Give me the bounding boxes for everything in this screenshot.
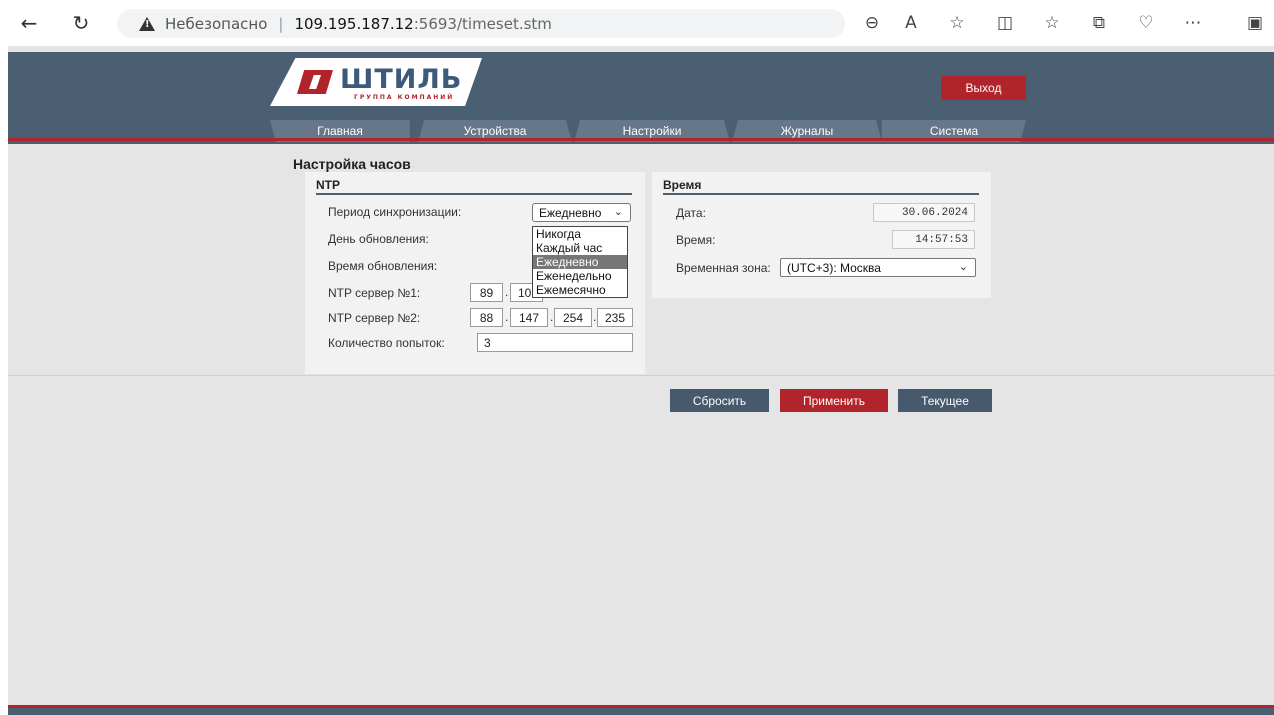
- apply-button[interactable]: Применить: [780, 389, 888, 412]
- favorite-star-icon[interactable]: ☆: [942, 8, 972, 38]
- chevron-down-icon: ⌄: [613, 205, 623, 218]
- update-time-label: Время обновления:: [328, 259, 438, 273]
- browser-essentials-icon[interactable]: ♡: [1131, 8, 1161, 38]
- logo-mark-icon: [297, 70, 333, 94]
- zoom-out-icon[interactable]: ⊖: [857, 8, 887, 38]
- timezone-select[interactable]: (UTC+3): Москва ⌄: [780, 258, 976, 277]
- page-title: Настройка часов: [293, 156, 411, 172]
- ip-dot: .: [593, 310, 597, 324]
- ip-dot: .: [505, 285, 509, 299]
- url-path: :5693/timeset.stm: [413, 14, 552, 33]
- attempts-input[interactable]: 3: [477, 333, 633, 352]
- sync-period-select[interactable]: Ежедневно ⌄: [532, 203, 631, 222]
- content-divider: [8, 375, 1274, 376]
- favorites-list-icon[interactable]: ☆: [1037, 8, 1067, 38]
- ip-dot: .: [505, 310, 509, 324]
- more-icon[interactable]: ⋯: [1178, 8, 1208, 38]
- date-label: Дата:: [676, 206, 706, 220]
- chevron-down-icon: ⌄: [958, 260, 968, 273]
- time-label: Время:: [676, 233, 716, 247]
- ip-dot: .: [550, 310, 554, 324]
- attempts-label: Количество попыток:: [328, 336, 445, 350]
- date-field: 30.06.2024: [873, 203, 975, 222]
- refresh-icon[interactable]: ↻: [66, 8, 96, 38]
- back-arrow-icon[interactable]: ←: [14, 8, 44, 38]
- warning-icon: [139, 16, 155, 31]
- ntp-panel-title: NTP: [316, 178, 340, 192]
- exit-button[interactable]: Выход: [941, 76, 1026, 100]
- url-host: 109.195.187.12: [294, 14, 414, 33]
- time-title-rule: [663, 193, 979, 195]
- browser-toolbar: ← ↻ Небезопасно | 109.195.187.12 :5693/t…: [0, 0, 1274, 46]
- option-hourly[interactable]: Каждый час: [533, 241, 627, 255]
- company-logo: ШТИЛЬ ГРУППА КОМПАНИЙ: [270, 58, 482, 106]
- reset-button[interactable]: Сбросить: [670, 389, 769, 412]
- ntp-server1-label: NTP сервер №1:: [328, 286, 421, 300]
- option-weekly[interactable]: Еженедельно: [533, 269, 627, 283]
- sync-period-dropdown[interactable]: Никогда Каждый час Ежедневно Еженедельно…: [532, 226, 628, 298]
- address-separator: |: [278, 14, 284, 33]
- time-panel: Время Дата: 30.06.2024 Время: 14:57:53 В…: [652, 172, 991, 298]
- sync-period-value: Ежедневно: [539, 205, 602, 220]
- ntp-server2-octet3[interactable]: 254: [554, 308, 592, 327]
- ntp-server2-octet1[interactable]: 88: [470, 308, 503, 327]
- ntp-server2-octet2[interactable]: 147: [510, 308, 548, 327]
- collections-icon[interactable]: ⧉: [1084, 8, 1114, 38]
- option-never[interactable]: Никогда: [533, 227, 627, 241]
- header-accent-line: [8, 138, 1274, 141]
- timezone-label: Временная зона:: [676, 261, 771, 275]
- read-aloud-icon[interactable]: A: [896, 8, 926, 38]
- split-screen-icon[interactable]: ◫: [990, 8, 1020, 38]
- address-bar[interactable]: Небезопасно | 109.195.187.12 :5693/times…: [117, 9, 845, 38]
- logo-text: ШТИЛЬ: [340, 64, 463, 95]
- time-panel-title: Время: [663, 178, 702, 192]
- time-field: 14:57:53: [892, 230, 975, 249]
- ntp-title-rule: [316, 193, 632, 195]
- site-header: ШТИЛЬ ГРУППА КОМПАНИЙ Выход Главная Устр…: [8, 52, 1274, 144]
- ntp-server2-label: NTP сервер №2:: [328, 311, 421, 325]
- current-button[interactable]: Текущее: [898, 389, 992, 412]
- option-daily[interactable]: Ежедневно: [533, 255, 627, 269]
- timezone-value: (UTC+3): Москва: [787, 260, 881, 275]
- sidebar-icon[interactable]: ▣: [1240, 8, 1270, 38]
- ntp-server2-octet4[interactable]: 235: [597, 308, 633, 327]
- web-page: ШТИЛЬ ГРУППА КОМПАНИЙ Выход Главная Устр…: [8, 46, 1274, 715]
- footer-bar: [8, 705, 1274, 715]
- security-label[interactable]: Небезопасно: [165, 15, 267, 33]
- logo-subtitle: ГРУППА КОМПАНИЙ: [354, 94, 455, 101]
- update-day-label: День обновления:: [328, 232, 429, 246]
- option-monthly[interactable]: Ежемесячно: [533, 283, 627, 297]
- sync-period-label: Период синхронизации:: [328, 205, 462, 219]
- ntp-server1-octet1[interactable]: 89: [470, 283, 503, 302]
